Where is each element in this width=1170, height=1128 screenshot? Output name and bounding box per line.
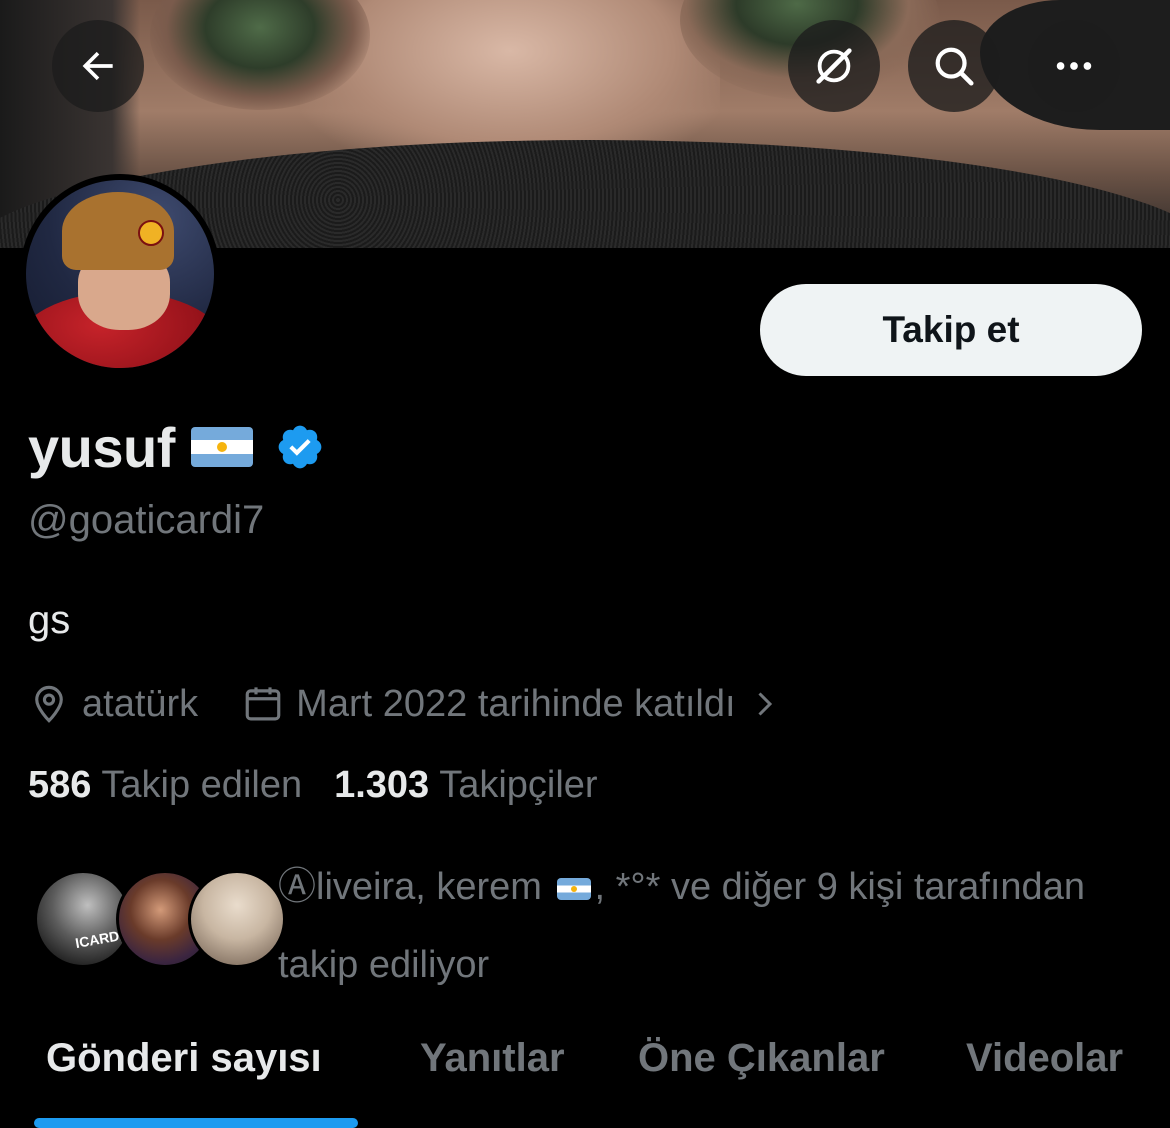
profile-name-row: yusuf bbox=[28, 414, 325, 480]
location-pin-icon bbox=[35, 685, 63, 723]
arrow-left-icon bbox=[82, 51, 113, 81]
location-text: atatürk bbox=[82, 682, 199, 725]
tab-posts[interactable]: Gönderi sayısı bbox=[46, 1036, 322, 1081]
profile-tabs: Gönderi sayısı Yanıtlar Öne Çıkanlar Vid… bbox=[0, 1024, 1170, 1128]
profile-name: yusuf bbox=[28, 415, 175, 479]
back-button[interactable] bbox=[52, 20, 144, 112]
followed-by-text[interactable]: Ⓐliveira, kerem , *°* ve diğer 9 kişi ta… bbox=[278, 848, 1138, 1004]
active-tab-indicator bbox=[34, 1118, 358, 1128]
search-icon bbox=[935, 47, 974, 86]
tab-highlights[interactable]: Öne Çıkanlar bbox=[638, 1036, 885, 1081]
followed-by-prefix: Ⓐliveira, kerem bbox=[278, 866, 553, 908]
followers-stat[interactable]: 1.303 Takipçiler bbox=[334, 764, 597, 807]
grok-button[interactable] bbox=[788, 20, 880, 112]
follow-button-label: Takip et bbox=[882, 309, 1020, 350]
following-count: 586 bbox=[28, 764, 92, 806]
profile-avatar[interactable] bbox=[20, 174, 220, 374]
joined-text: Mart 2022 tarihinde katıldı bbox=[296, 682, 736, 725]
avatar-image bbox=[26, 180, 214, 368]
mutual-avatar bbox=[188, 870, 286, 968]
followers-count: 1.303 bbox=[334, 764, 430, 806]
profile-bio: gs bbox=[28, 598, 71, 642]
argentina-flag-icon bbox=[190, 427, 253, 467]
calendar-icon bbox=[245, 687, 281, 721]
mutual-followers-avatars[interactable]: ICARDI bbox=[34, 870, 286, 968]
follow-button[interactable]: Takip et bbox=[760, 284, 1142, 376]
following-label: Takip edilen bbox=[101, 764, 303, 806]
profile-meta: atatürk Mart 2022 tarihinde katıldı bbox=[28, 678, 782, 730]
tab-videos[interactable]: Videolar bbox=[966, 1036, 1123, 1081]
tab-replies[interactable]: Yanıtlar bbox=[420, 1036, 565, 1081]
chevron-right-icon bbox=[757, 692, 772, 716]
more-button[interactable] bbox=[1028, 20, 1120, 112]
grok-icon bbox=[816, 48, 852, 84]
following-stat[interactable]: 586 Takip edilen bbox=[28, 764, 302, 807]
profile-handle: @goaticardi7 bbox=[28, 498, 265, 542]
verified-badge-icon[interactable] bbox=[275, 422, 325, 472]
profile-joined[interactable]: Mart 2022 tarihinde katıldı bbox=[242, 683, 781, 726]
profile-location: atatürk bbox=[28, 683, 198, 726]
search-button[interactable] bbox=[908, 20, 1000, 112]
followers-label: Takipçiler bbox=[439, 764, 598, 806]
profile-stats: 586 Takip edilen 1.303 Takipçiler bbox=[28, 764, 598, 807]
argentina-flag-icon bbox=[556, 877, 591, 900]
more-icon bbox=[1056, 62, 1092, 70]
